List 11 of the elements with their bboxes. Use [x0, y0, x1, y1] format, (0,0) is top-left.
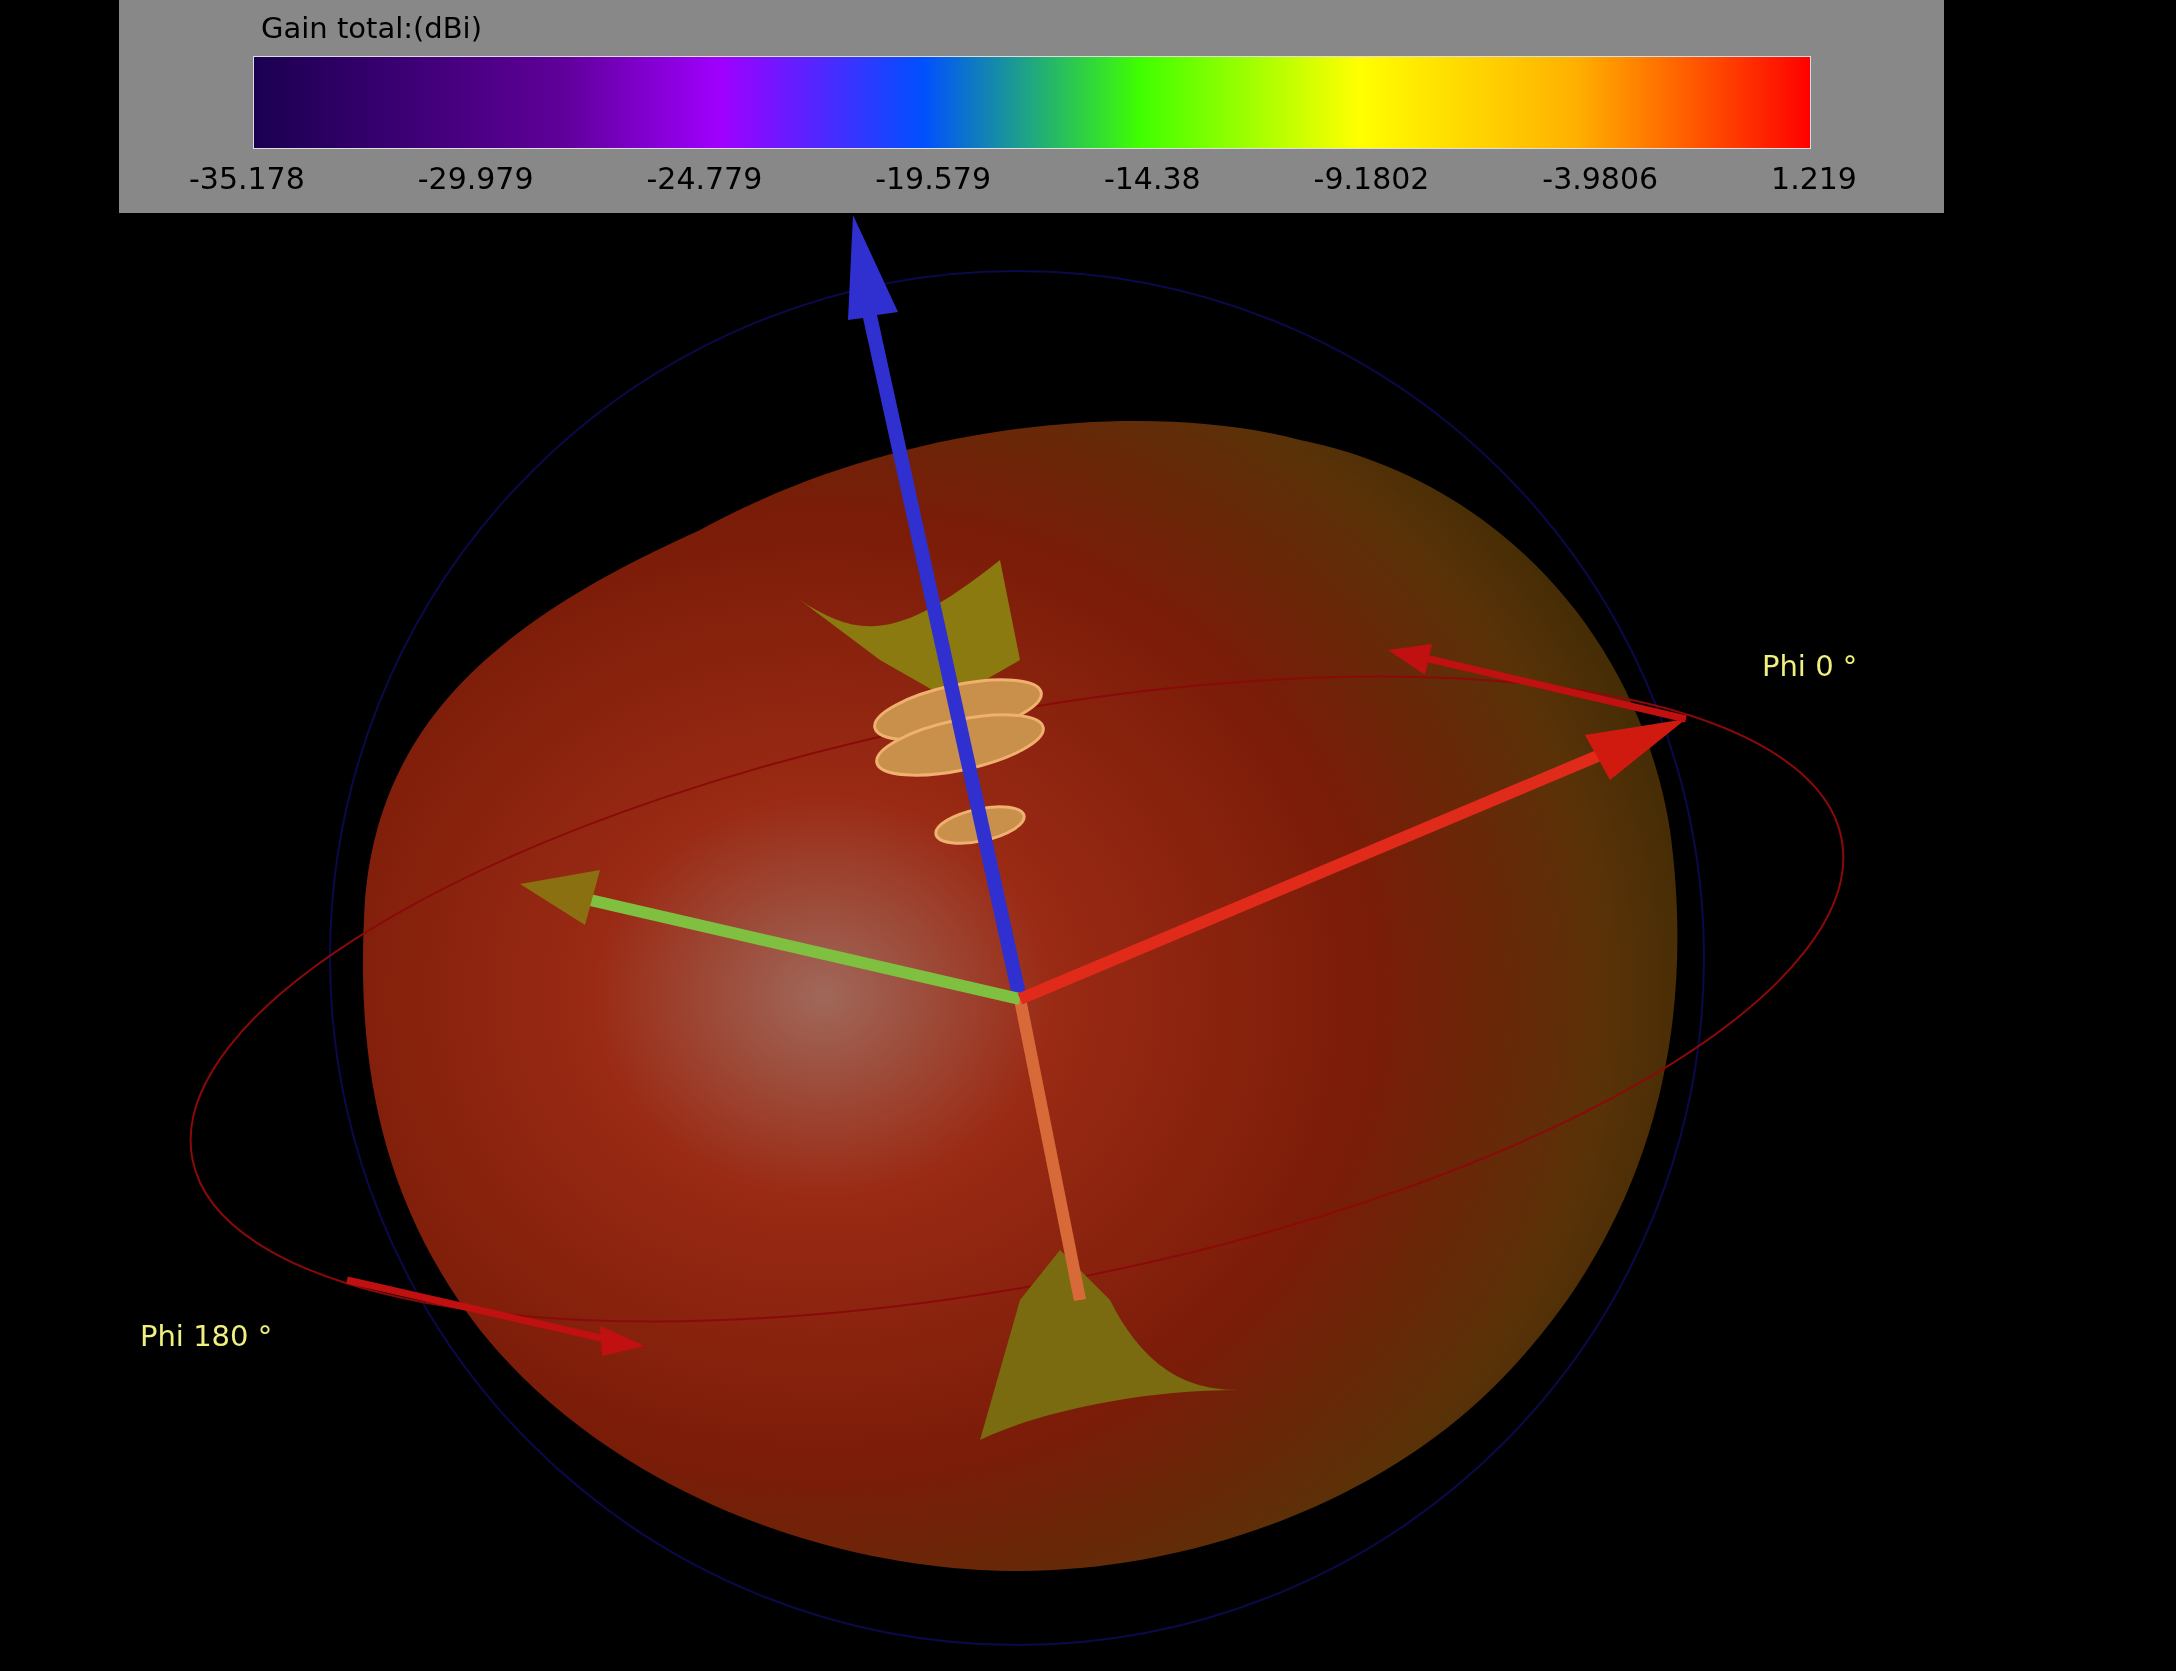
scale-tick-label: -14.38 — [1103, 161, 1201, 197]
scale-tick-label: -35.178 — [189, 161, 305, 197]
scale-tick-label: -9.1802 — [1313, 161, 1430, 197]
scale-tick-label: -19.579 — [875, 161, 991, 197]
scale-tick-label: -3.9806 — [1542, 161, 1659, 197]
scale-tick-label: -24.779 — [646, 161, 763, 197]
phi-label: Phi 0 ° — [1762, 649, 1858, 683]
scale-tick-label: 1.219 — [1771, 161, 1857, 197]
legend-title: Gain total:(dBi) — [261, 10, 483, 46]
phi-label: Phi 180 ° — [140, 1319, 273, 1353]
scale-tick-label: -29.979 — [417, 161, 534, 197]
